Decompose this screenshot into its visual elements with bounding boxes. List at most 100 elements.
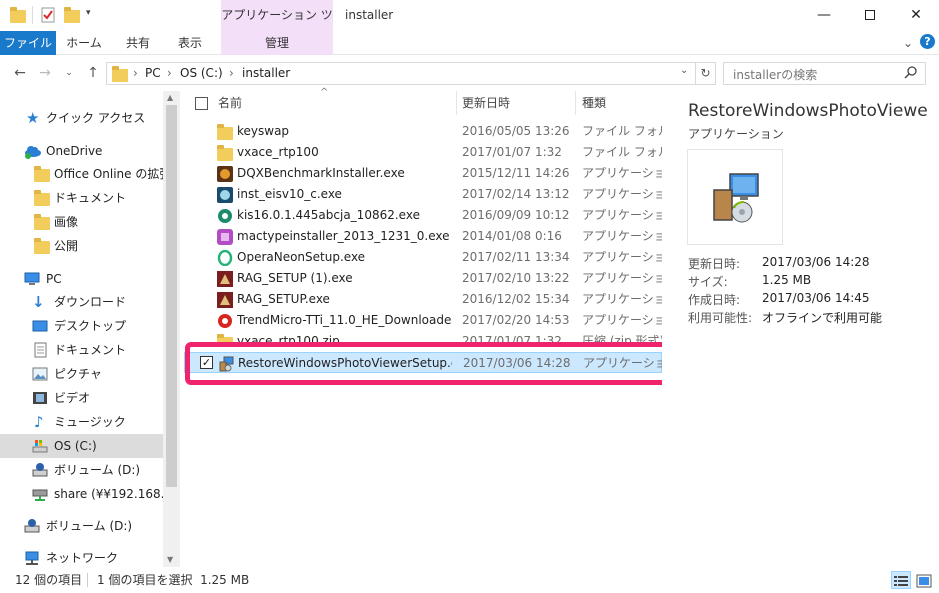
file-row-keyswap[interactable]: keyswap 2016/05/05 13:26 ファイル フォルダー <box>184 121 662 142</box>
nav-pc[interactable]: PC <box>0 267 163 291</box>
back-arrow-icon[interactable]: ← <box>11 64 29 82</box>
nav-onedrive-public[interactable]: 公開 <box>0 234 163 258</box>
tab-file[interactable]: ファイル <box>0 31 56 55</box>
details-key-availability: 利用可能性: <box>688 311 753 325</box>
search-input[interactable]: installerの検索 <box>723 62 926 85</box>
details-value-size: 1.25 MB <box>762 273 812 287</box>
large-icons-view-icon <box>916 574 932 588</box>
forward-arrow-icon[interactable]: → <box>36 64 54 82</box>
nav-onedrive[interactable]: OneDrive <box>0 139 163 163</box>
zip-icon <box>217 334 233 342</box>
column-header-type[interactable]: 種類 <box>582 91 606 115</box>
folder-icon <box>112 66 128 82</box>
folder-icon[interactable] <box>10 7 26 23</box>
network-drive-icon <box>32 486 48 502</box>
file-row-mactype[interactable]: mactypeinstaller_2013_1231_0.exe 2014/01… <box>184 226 662 247</box>
status-item-count: 12 個の項目 <box>15 573 83 587</box>
scroll-up-icon[interactable]: ▲ <box>167 93 173 102</box>
minimize-button[interactable]: — <box>801 0 847 31</box>
scroll-down-icon[interactable]: ▼ <box>167 555 173 564</box>
nav-downloads[interactable]: ↓ ダウンロード <box>0 290 163 314</box>
nav-volume-d-2[interactable]: ボリューム (D:) <box>0 514 163 538</box>
breadcrumb-installer[interactable]: installer <box>242 66 290 80</box>
nav-pictures[interactable]: ピクチャ <box>0 362 163 386</box>
file-list: 名前 ^ 更新日時 種類 keyswap 2016/05/05 13:26 ファ… <box>180 87 663 567</box>
breadcrumb-separator-icon: › <box>167 66 172 80</box>
close-button[interactable]: ✕ <box>893 0 939 31</box>
customize-quick-access-icon[interactable]: ▾ <box>86 8 91 18</box>
file-row-rag-setup-1[interactable]: RAG_SETUP (1).exe 2017/02/10 13:22 アプリケー… <box>184 268 662 289</box>
help-icon[interactable]: ? <box>920 34 935 49</box>
close-icon: ✕ <box>910 7 922 23</box>
mactype-app-icon <box>217 229 233 245</box>
folder-icon <box>34 214 50 230</box>
file-row-trendmicro[interactable]: TrendMicro-TTi_11.0_HE_Downloader.e... 2… <box>184 310 662 331</box>
details-thumbnail <box>687 149 783 245</box>
title-bar: ▾ アプリケーション ツール installer — ✕ <box>0 0 939 53</box>
nav-videos[interactable]: ビデオ <box>0 386 163 410</box>
maximize-icon <box>865 10 875 20</box>
minimize-icon: — <box>817 7 831 23</box>
address-bar[interactable]: › PC › OS (C:) › installer ⌄ ↻ <box>106 62 716 85</box>
column-divider[interactable] <box>575 91 576 115</box>
details-subtitle: アプリケーション <box>688 127 784 141</box>
properties-icon[interactable] <box>40 7 56 23</box>
file-row-dqx[interactable]: DQXBenchmarkInstaller.exe 2015/12/11 14:… <box>184 163 662 184</box>
nav-share[interactable]: share (¥¥192.168.1.18 <box>0 482 163 506</box>
details-pane: RestoreWindowsPhotoViewerS... アプリケーション 更… <box>662 91 939 567</box>
rag-app-icon <box>217 292 233 308</box>
address-row: ← → ⌄ ↑ › PC › OS (C:) › installer ⌄ ↻ i… <box>0 55 939 91</box>
video-icon <box>32 390 48 406</box>
download-icon: ↓ <box>32 293 45 311</box>
tab-manage[interactable]: 管理 <box>221 31 333 55</box>
select-all-checkbox[interactable] <box>195 97 208 110</box>
nav-onedrive-documents[interactable]: ドキュメント <box>0 186 163 210</box>
nav-music[interactable]: ♪ ミュージック <box>0 410 163 434</box>
details-key-created: 作成日時: <box>688 293 741 307</box>
ribbon-tabs: ファイル ホーム 共有 表示 管理 ⌄ ? <box>0 31 939 55</box>
breadcrumb-pc[interactable]: PC <box>145 66 161 80</box>
nav-office-online[interactable]: Office Online の拡張 <box>0 162 163 186</box>
details-view-button[interactable] <box>891 571 911 589</box>
details-view-icon <box>894 576 908 586</box>
column-header-name[interactable]: 名前 <box>218 91 242 115</box>
search-placeholder: installerの検索 <box>733 68 818 82</box>
breadcrumb-separator-icon: › <box>133 66 138 80</box>
nav-desktop[interactable]: デスクトップ <box>0 314 163 338</box>
maximize-button[interactable] <box>847 0 893 31</box>
rag-app-icon <box>217 271 233 287</box>
pc-icon <box>24 271 40 287</box>
tab-share[interactable]: 共有 <box>114 31 162 55</box>
nav-documents[interactable]: ドキュメント <box>0 338 163 362</box>
column-header-date[interactable]: 更新日時 <box>462 91 510 115</box>
nav-os-c[interactable]: OS (C:) <box>0 434 163 458</box>
tab-home[interactable]: ホーム <box>60 31 108 55</box>
file-row-vxace-rtp100[interactable]: vxace_rtp100 2017/01/07 1:32 ファイル フォルダー <box>184 142 662 163</box>
file-row-vxace-zip[interactable]: vxace_rtp100.zip 2017/01/07 1:32 圧縮 (zip… <box>184 331 662 342</box>
file-row-inst-eisv10[interactable]: inst_eisv10_c.exe 2017/02/14 13:12 アプリケー… <box>184 184 662 205</box>
large-icons-view-button[interactable] <box>914 571 934 589</box>
nav-scrollbar-thumb[interactable] <box>166 105 177 487</box>
status-bar: 12 個の項目 1 個の項目を選択 1.25 MB <box>0 567 939 593</box>
address-dropdown-icon[interactable]: ⌄ <box>680 65 688 76</box>
nav-quick-access[interactable]: ★ クイック アクセス <box>0 106 163 130</box>
refresh-icon[interactable]: ↻ <box>695 63 715 84</box>
tab-view[interactable]: 表示 <box>166 31 214 55</box>
breadcrumb-os-c[interactable]: OS (C:) <box>180 66 223 80</box>
nav-volume-d[interactable]: ボリューム (D:) <box>0 458 163 482</box>
up-arrow-icon[interactable]: ↑ <box>84 64 102 82</box>
file-row-rag-setup[interactable]: RAG_SETUP.exe 2016/12/02 15:34 アプリケーション <box>184 289 662 310</box>
folder-icon <box>34 238 50 254</box>
details-key-modified: 更新日時: <box>688 257 741 271</box>
file-row-opera-neon[interactable]: OperaNeonSetup.exe 2017/02/11 13:34 アプリケ… <box>184 247 662 268</box>
network-icon <box>24 550 40 566</box>
recent-locations-icon[interactable]: ⌄ <box>60 64 78 82</box>
expand-ribbon-icon[interactable]: ⌄ <box>903 36 913 50</box>
file-row-kis16[interactable]: kis16.0.1.445abcja_10862.exe 2016/09/09 … <box>184 205 662 226</box>
details-title: RestoreWindowsPhotoViewerS... <box>688 101 928 121</box>
nav-onedrive-images[interactable]: 画像 <box>0 210 163 234</box>
column-divider[interactable] <box>456 91 457 115</box>
new-folder-icon[interactable] <box>64 7 80 23</box>
window-title: installer <box>345 8 394 22</box>
drive-icon <box>24 518 40 534</box>
